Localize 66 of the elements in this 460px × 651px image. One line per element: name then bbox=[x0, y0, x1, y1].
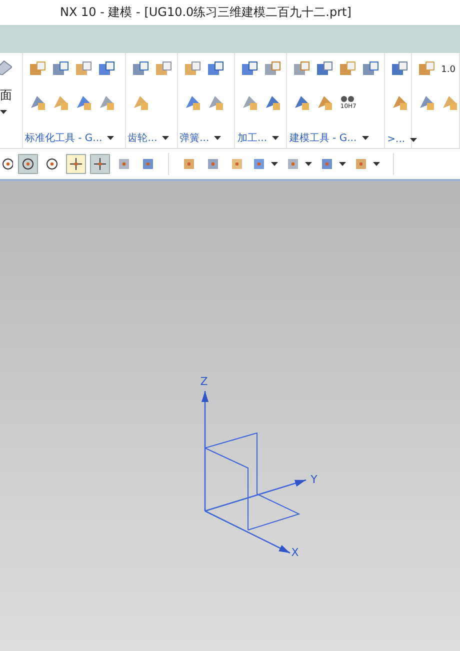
tool-icon[interactable] bbox=[52, 61, 69, 78]
tool-icon[interactable] bbox=[316, 94, 334, 111]
caret-icon[interactable] bbox=[0, 110, 7, 114]
tool-icon[interactable] bbox=[316, 61, 334, 78]
tool-icon[interactable] bbox=[362, 61, 380, 78]
value-text: 1.0 bbox=[441, 64, 456, 74]
tool-icon[interactable] bbox=[28, 61, 46, 78]
square-icon bbox=[206, 157, 220, 171]
group-label[interactable]: 弹簧... bbox=[180, 131, 210, 145]
caret-icon bbox=[305, 162, 312, 166]
group-label[interactable]: 齿轮... bbox=[128, 131, 158, 145]
caret-icon[interactable] bbox=[272, 136, 280, 140]
tool-icon[interactable] bbox=[339, 61, 356, 78]
tool-icon[interactable] bbox=[132, 61, 149, 78]
toolbar-button[interactable] bbox=[90, 154, 110, 174]
tool-icon[interactable] bbox=[184, 61, 201, 78]
axis-label: X bbox=[291, 546, 299, 559]
square-icon bbox=[252, 157, 266, 171]
axis-label: Z bbox=[200, 375, 208, 388]
caret-icon[interactable] bbox=[362, 136, 369, 140]
caret-icon[interactable] bbox=[214, 136, 222, 140]
square-icon bbox=[230, 157, 244, 171]
square-icon bbox=[286, 157, 300, 171]
toolbar-button[interactable] bbox=[18, 154, 38, 174]
tool-icon[interactable] bbox=[391, 94, 408, 111]
toolbar-button[interactable] bbox=[66, 154, 86, 174]
window-title: NX 10 - 建模 - [UG10.0练习三维建模二百九十二.prt] bbox=[60, 4, 352, 21]
tool-icon[interactable] bbox=[241, 94, 258, 111]
tool-icon[interactable] bbox=[74, 61, 92, 78]
tool-icon[interactable] bbox=[418, 94, 436, 111]
tool-icon[interactable] bbox=[264, 94, 282, 111]
group-label[interactable]: 建模工具 - G... bbox=[289, 131, 357, 145]
square-icon bbox=[320, 157, 334, 171]
caret-icon[interactable] bbox=[107, 136, 114, 140]
caret-icon[interactable] bbox=[410, 138, 418, 142]
tool-icon[interactable] bbox=[418, 61, 436, 78]
square-icon bbox=[354, 157, 368, 171]
circle-icon bbox=[45, 157, 59, 171]
circle-icon bbox=[21, 157, 35, 171]
tool-icon[interactable] bbox=[184, 94, 201, 111]
tool-icon[interactable] bbox=[154, 61, 172, 78]
tool-icon[interactable] bbox=[74, 94, 92, 111]
tool-icon[interactable] bbox=[206, 94, 224, 111]
square-icon bbox=[117, 157, 131, 171]
group-label[interactable]: 标准化工具 - G... bbox=[24, 131, 102, 145]
square-icon bbox=[182, 157, 196, 171]
group-label[interactable]: >... bbox=[387, 134, 406, 145]
tool-icon[interactable] bbox=[206, 61, 224, 78]
tool-icon[interactable] bbox=[264, 61, 282, 78]
caret-icon bbox=[271, 162, 278, 166]
caret-icon[interactable] bbox=[162, 136, 170, 140]
tool-icon[interactable] bbox=[28, 94, 46, 111]
axis-label: Y bbox=[310, 473, 318, 486]
square-icon bbox=[141, 157, 155, 171]
tool-icon[interactable] bbox=[98, 61, 115, 78]
crosshair-icon bbox=[93, 157, 107, 171]
ribbon-label: 面 bbox=[0, 87, 13, 104]
tool-icon[interactable] bbox=[391, 61, 408, 78]
tool-icon[interactable] bbox=[293, 94, 310, 111]
caret-icon bbox=[373, 162, 380, 166]
tool-icon[interactable] bbox=[241, 61, 258, 78]
crosshair-icon bbox=[69, 157, 83, 171]
tool-icon[interactable] bbox=[98, 94, 115, 111]
group-label[interactable]: 加工... bbox=[237, 131, 268, 145]
caret-icon bbox=[339, 162, 346, 166]
tool-icon[interactable] bbox=[293, 61, 310, 78]
